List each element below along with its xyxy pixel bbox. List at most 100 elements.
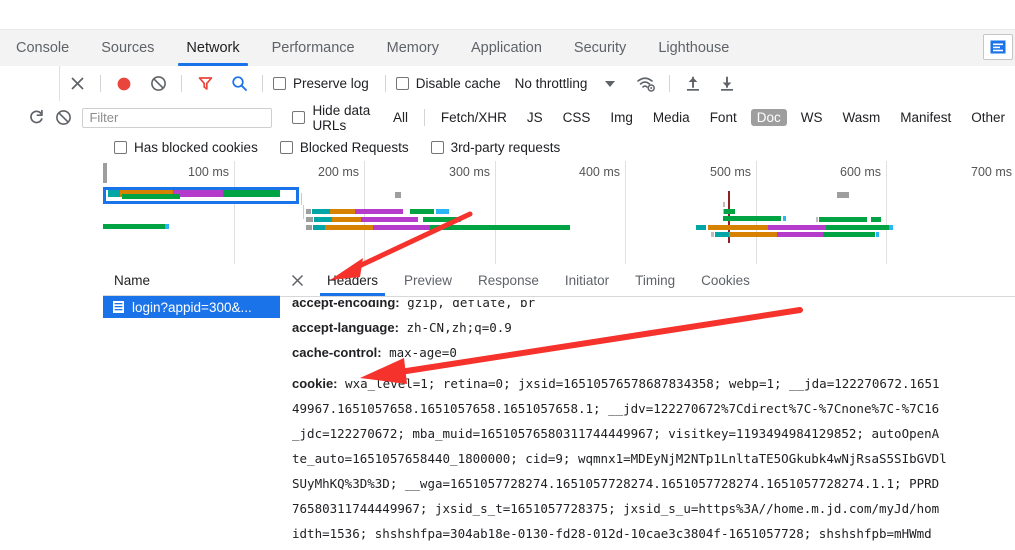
overview-drag-handle[interactable] (103, 163, 107, 183)
detail-tab-response[interactable]: Response (465, 265, 552, 296)
disable-cache-checkbox[interactable]: Disable cache (395, 76, 501, 91)
detail-tab-timing[interactable]: Timing (622, 265, 688, 296)
tab-label: Console (16, 40, 70, 56)
checkbox-box[interactable] (292, 111, 306, 124)
type-filter-doc[interactable]: Doc (750, 109, 787, 126)
table-row[interactable]: login?appid=300&... (103, 296, 280, 318)
waterfall-bar (708, 225, 768, 230)
waterfall-bar (783, 216, 786, 221)
overview-tick-label: 300 ms (449, 165, 490, 179)
type-filter-img[interactable]: Img (604, 109, 639, 126)
type-filter-font[interactable]: Font (704, 109, 743, 126)
checkbox-box[interactable] (430, 141, 444, 154)
filter-input[interactable] (82, 107, 273, 128)
overview-timeline[interactable]: 100 ms 200 ms 300 ms 400 ms 500 ms 600 m… (103, 161, 1015, 264)
waterfall-bar (889, 225, 893, 230)
waterfall-bar (122, 194, 180, 199)
detail-tab-cookies[interactable]: Cookies (688, 265, 763, 296)
tab-label: Lighthouse (658, 40, 730, 56)
detail-close-button[interactable] (280, 274, 314, 287)
tab-label: Application (470, 40, 542, 56)
reload-button[interactable] (23, 101, 50, 135)
import-har-button[interactable] (676, 67, 710, 101)
request-list-header[interactable]: Name (103, 265, 280, 296)
filter-funnel-icon (198, 77, 212, 90)
blocked-requests-checkbox[interactable]: Blocked Requests (279, 140, 409, 155)
checkbox-box[interactable] (114, 141, 127, 154)
clear-icon (150, 76, 166, 91)
detail-tab-headers[interactable]: Headers (314, 265, 391, 296)
tab-label: Performance (271, 40, 355, 56)
waterfall-bar (313, 225, 325, 230)
third-party-requests-checkbox[interactable]: 3rd-party requests (430, 140, 560, 155)
tab-sources[interactable]: Sources (85, 30, 170, 66)
tab-lighthouse[interactable]: Lighthouse (642, 30, 745, 66)
checkbox-box[interactable] (279, 141, 293, 154)
tabbar-spacer (745, 30, 983, 66)
close-button[interactable] (60, 67, 94, 101)
type-filter-js[interactable]: JS (521, 109, 549, 126)
type-filter-css[interactable]: CSS (557, 109, 597, 126)
waterfall-marker (837, 192, 849, 198)
type-filter-fetch-xhr[interactable]: Fetch/XHR (435, 109, 513, 126)
type-filter-label: Manifest (900, 110, 952, 125)
waterfall-bar (777, 232, 823, 237)
close-icon (291, 274, 303, 287)
checkbox-box[interactable] (273, 77, 286, 90)
waterfall-bar (876, 232, 879, 237)
console-drawer-button[interactable] (983, 34, 1013, 60)
network-conditions-button[interactable] (629, 67, 663, 101)
preserve-log-checkbox[interactable]: Preserve log (273, 76, 369, 91)
toolbar-divider (669, 75, 671, 92)
toolbar-divider (100, 75, 101, 92)
clear-network-log-button[interactable] (50, 101, 77, 135)
tab-performance[interactable]: Performance (256, 30, 371, 66)
tab-memory[interactable]: Memory (371, 30, 455, 66)
filter-divider (424, 109, 425, 126)
tab-application[interactable]: Application (455, 30, 558, 66)
hide-data-urls-checkbox[interactable]: Hide data URLs (292, 103, 383, 133)
type-filter-media[interactable]: Media (647, 109, 696, 126)
type-filter-label: JS (526, 110, 543, 125)
header-row: accept-language: zh-CN,zh;q=0.9 (292, 315, 1015, 340)
type-filter-ws[interactable]: WS (795, 109, 829, 126)
waterfall-bar (458, 217, 461, 222)
top-strip-right (300, 0, 1015, 29)
detail-tab-initiator[interactable]: Initiator (552, 265, 622, 296)
record-button[interactable] (107, 67, 141, 101)
chevron-down-icon[interactable] (605, 80, 616, 87)
filter-toggle-button[interactable] (188, 67, 222, 101)
column-header-name: Name (114, 272, 151, 288)
cookie-wrap-line: 49967.1651057658.1651057658.1651057658.1… (292, 401, 940, 416)
request-headers-content[interactable]: accept-encoding: gzip, deflate, br accep… (280, 296, 1015, 550)
has-blocked-cookies-checkbox[interactable]: Has blocked cookies (114, 140, 258, 155)
type-filter-all[interactable]: All (387, 109, 414, 126)
waterfall-bar (723, 216, 781, 221)
checkbox-box[interactable] (395, 77, 409, 90)
export-har-button[interactable] (710, 67, 744, 101)
type-filter-wasm[interactable]: Wasm (836, 109, 886, 126)
toolbar-divider (384, 75, 386, 92)
detail-tab-preview[interactable]: Preview (391, 265, 465, 296)
type-filter-label: Font (709, 110, 737, 125)
type-filter-label: Doc (756, 110, 781, 125)
type-filter-other[interactable]: Other (965, 109, 1011, 126)
overview-tick-label: 600 ms (840, 165, 881, 179)
tab-network[interactable]: Network (170, 30, 255, 66)
has-blocked-cookies-label: Has blocked cookies (134, 140, 258, 155)
clear-button[interactable] (141, 67, 175, 101)
type-filter-label: Wasm (842, 110, 881, 125)
waterfall-bar (306, 225, 312, 230)
window-top-strip (0, 0, 1015, 30)
tab-console[interactable]: Console (0, 30, 85, 66)
network-overview: 100 ms 200 ms 300 ms 400 ms 500 ms 600 m… (0, 161, 1015, 266)
request-detail-pane: Headers Preview Response Initiator Timin… (280, 265, 1015, 550)
search-button[interactable] (222, 67, 256, 101)
header-value: max-age=0 (389, 345, 457, 360)
tab-security[interactable]: Security (558, 30, 642, 66)
overview-tick-label: 200 ms (318, 165, 359, 179)
type-filter-manifest[interactable]: Manifest (894, 109, 957, 126)
overview-gridline (756, 161, 757, 264)
throttling-select[interactable]: No throttling (515, 76, 588, 91)
waterfall-bar (306, 217, 313, 222)
